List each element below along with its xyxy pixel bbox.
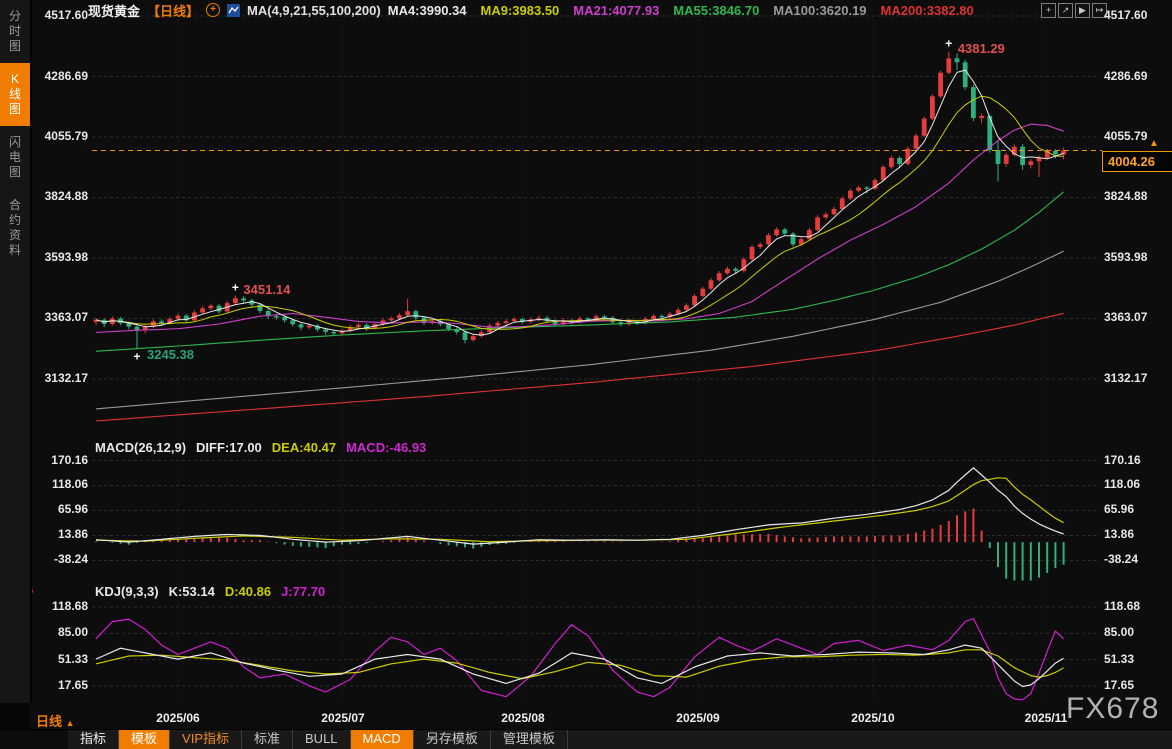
symbol-name: 现货黄金 (88, 1, 140, 20)
price-axis-label-r-0: 4517.60 (1104, 8, 1166, 22)
ma-legend-value-0: MA4:3990.34 (388, 3, 467, 18)
chart-toolbar: +↗▶↦ (1041, 3, 1107, 18)
bottom-tab-VIP指标[interactable]: VIP指标 (170, 730, 242, 749)
macd-axis-label-l-4: -38.24 (34, 552, 88, 566)
bottom-tab-模板[interactable]: 模板 (119, 730, 170, 749)
price-axis-label-r-3: 3824.88 (1104, 189, 1166, 203)
crosshair-move-icon[interactable]: + (1041, 3, 1056, 18)
ma-legend-value-4: MA100:3620.19 (773, 3, 866, 18)
macd-axis-label-r-2: 65.96 (1104, 502, 1166, 516)
macd-diff-value: DIFF:17.00 (196, 440, 262, 455)
time-axis-label-4: 2025/10 (841, 711, 905, 725)
time-axis-label-1: 2025/07 (311, 711, 375, 725)
macd-axis-label-r-3: 13.86 (1104, 527, 1166, 541)
price-up-arrow-icon: ▲ (1149, 138, 1159, 149)
macd-axis-label-r-1: 118.06 (1104, 477, 1166, 491)
kdj-title: KDJ(9,3,3) (95, 584, 159, 599)
bottom-tab-指标[interactable]: 指标 (68, 730, 119, 749)
time-axis-label-0: 2025/06 (146, 711, 210, 725)
kdj-j-value: J:77.70 (281, 584, 325, 599)
ma-legend-value-2: MA21:4077.93 (573, 3, 659, 18)
bottom-tab-管理模板[interactable]: 管理模板 (491, 730, 568, 749)
sidebar-item-1[interactable]: K 线 图 (0, 63, 30, 126)
kdj-axis-label-r-0: 118.68 (1104, 599, 1166, 613)
chart-legend: 现货黄金 【日线】 + MA(4,9,21,55,100,200) MA4:39… (88, 2, 974, 18)
period-selector[interactable]: 日线 ▲ (36, 711, 75, 730)
price-chart-canvas[interactable]: + + +4381.29 3451.14 3245.38 (0, 0, 1172, 748)
ma-legend-value-3: MA55:3846.70 (673, 3, 759, 18)
last-price-tag: 4004.26 (1102, 151, 1172, 172)
ma-settings-label: MA(4,9,21,55,100,200) (247, 3, 381, 18)
add-indicator-icon[interactable]: + (206, 3, 220, 17)
bottom-tab-BULL[interactable]: BULL (293, 730, 351, 749)
kdj-axis-label-r-3: 17.65 (1104, 678, 1166, 692)
macd-axis-label-l-1: 118.06 (34, 477, 88, 491)
macd-dea-value: DEA:40.47 (272, 440, 336, 455)
zoom-area-icon[interactable]: ↗ (1058, 3, 1073, 18)
sidebar: 分 时 图K 线 图闪 电 图合 约 资 料 (0, 0, 32, 703)
chart-type-icon[interactable] (227, 4, 240, 17)
bottom-tab-标准[interactable]: 标准 (242, 730, 293, 749)
kdj-k-value: K:53.14 (169, 584, 215, 599)
time-axis-label-2: 2025/08 (491, 711, 555, 725)
bottom-tab-bar: 指标模板VIP指标标准BULLMACD另存模板管理模板 (0, 729, 1172, 749)
macd-title: MACD(26,12,9) (95, 440, 186, 455)
macd-axis-label-l-3: 13.86 (34, 527, 88, 541)
ma-legend-value-5: MA200:3382.80 (881, 3, 974, 18)
svg-text:3245.38: 3245.38 (147, 347, 194, 362)
kdj-axis-label-r-1: 85.00 (1104, 625, 1166, 639)
bottom-tab-另存模板[interactable]: 另存模板 (414, 730, 491, 749)
macd-axis-label-r-4: -38.24 (1104, 552, 1166, 566)
sidebar-item-2[interactable]: 闪 电 图 (0, 126, 30, 189)
sidebar-item-0[interactable]: 分 时 图 (0, 0, 30, 63)
kdj-axis-label-l-2: 51.33 (34, 652, 88, 666)
period-badge: 【日线】 (147, 1, 199, 20)
price-axis-label-r-5: 3363.07 (1104, 310, 1166, 324)
time-axis-label-3: 2025/09 (666, 711, 730, 725)
macd-axis-label-l-0: 170.16 (34, 453, 88, 467)
price-axis-label-r-6: 3132.17 (1104, 371, 1166, 385)
tab-bar-spacer (0, 730, 68, 749)
kdj-axis-label-l-0: 118.68 (34, 599, 88, 613)
macd-pane-header: MACD(26,12,9) DIFF:17.00 DEA:40.47 MACD:… (95, 440, 426, 455)
svg-text:4381.29: 4381.29 (958, 41, 1005, 56)
sidebar-item-3[interactable]: 合 约 资 料 (0, 189, 30, 267)
ma-legend-value-1: MA9:3983.50 (481, 3, 560, 18)
svg-text:+: + (945, 37, 952, 51)
bottom-tab-MACD[interactable]: MACD (351, 730, 414, 749)
price-axis-label-l-5: 3363.07 (34, 310, 88, 324)
macd-axis-label-l-2: 65.96 (34, 502, 88, 516)
price-axis-label-l-1: 4286.69 (34, 69, 88, 83)
macd-axis-label-r-0: 170.16 (1104, 453, 1166, 467)
watermark: FX678 (1066, 692, 1159, 726)
price-axis-label-l-2: 4055.79 (34, 129, 88, 143)
macd-osc-value: MACD:-46.93 (346, 440, 426, 455)
kdj-axis-label-l-1: 85.00 (34, 625, 88, 639)
ma-values: MA4:3990.34 MA9:3983.50 MA21:4077.93 MA55:3… (388, 3, 974, 18)
price-axis-label-r-4: 3593.98 (1104, 250, 1166, 264)
kdj-pane-header: KDJ(9,3,3) K:53.14 D:40.86 J:77.70 (95, 584, 325, 599)
svg-text:+: + (232, 280, 239, 294)
kdj-axis-label-l-3: 17.65 (34, 678, 88, 692)
svg-text:+: + (133, 349, 140, 363)
kdj-axis-label-r-2: 51.33 (1104, 652, 1166, 666)
price-axis-label-l-4: 3593.98 (34, 250, 88, 264)
price-axis-label-l-6: 3132.17 (34, 371, 88, 385)
svg-text:3451.14: 3451.14 (243, 282, 291, 297)
price-axis-label-l-3: 3824.88 (34, 189, 88, 203)
play-range-icon[interactable]: ▶ (1075, 3, 1090, 18)
price-axis-label-r-1: 4286.69 (1104, 69, 1166, 83)
price-axis-label-l-0: 4517.60 (34, 8, 88, 22)
kdj-d-value: D:40.86 (225, 584, 271, 599)
